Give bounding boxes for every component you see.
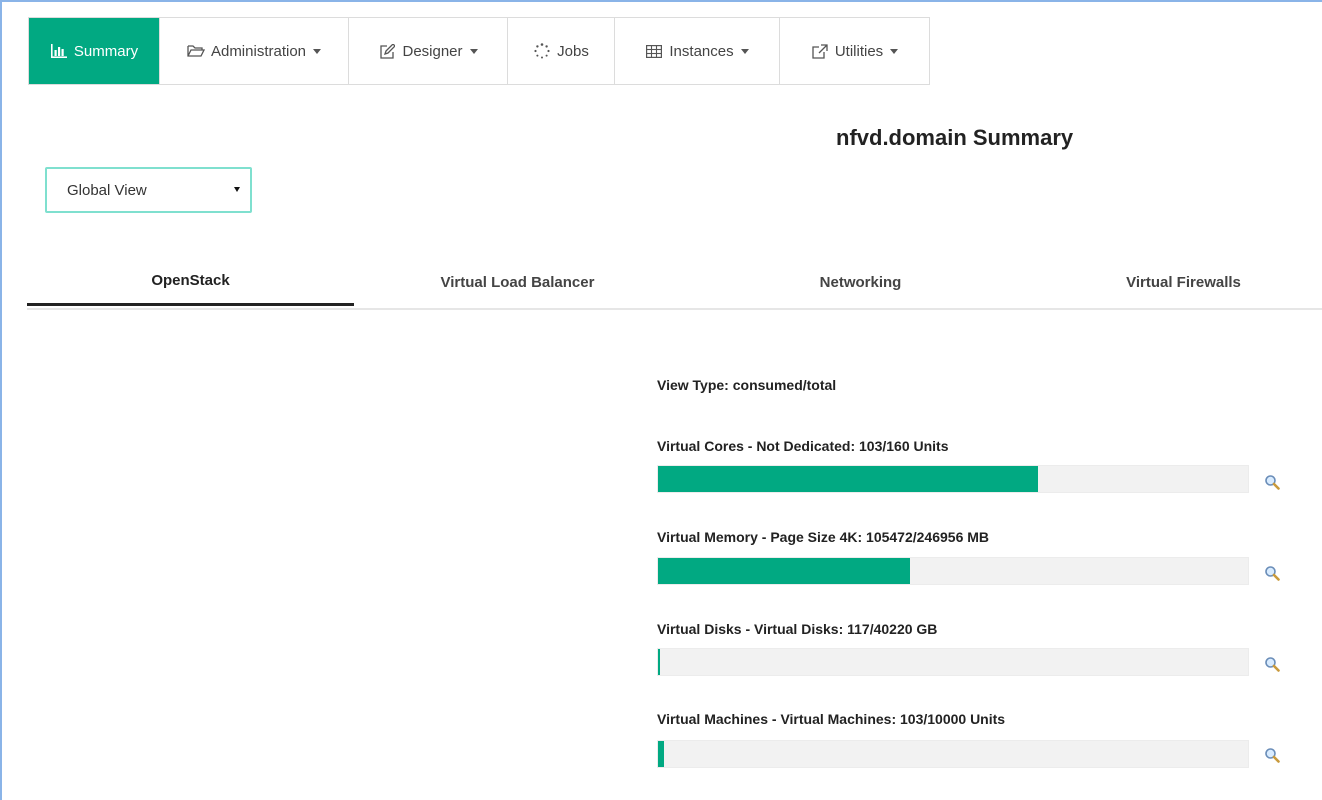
chevron-down-icon [469,48,478,54]
table-icon [645,43,663,59]
zoom-icon[interactable] [1262,472,1282,492]
progress-bar-virtual-memory [657,557,1249,585]
progress-fill-virtual-disks [658,649,660,675]
spinner-icon [533,43,551,59]
tab-virtual-load-balancer-label: Virtual Load Balancer [440,273,595,291]
chevron-down-icon [313,48,322,54]
nav-designer-label: Designer [402,42,463,60]
metric-label-virtual-memory: Virtual Memory - Page Size 4K: 105472/24… [657,529,990,545]
tab-networking-label: Networking [819,273,902,291]
tab-networking[interactable]: Networking [697,258,1024,306]
window-border-left [0,0,2,800]
progress-fill-virtual-machines [658,741,665,767]
nav-instances[interactable]: Instances [615,18,780,84]
summary-tabs: OpenStack Virtual Load Balancer Networki… [27,258,1322,310]
view-select-value: Global View [67,181,147,199]
bar-chart-icon [50,43,68,59]
progress-fill-virtual-memory [658,558,910,584]
window-border-top [0,0,1322,2]
tab-openstack[interactable]: OpenStack [27,258,354,306]
nav-instances-label: Instances [669,42,734,60]
nav-administration[interactable]: Administration [160,18,349,84]
nav-utilities[interactable]: Utilities [780,18,929,84]
zoom-icon[interactable] [1262,563,1282,583]
external-link-icon [811,43,829,59]
nav-administration-label: Administration [210,42,307,60]
progress-bar-virtual-disks [657,648,1249,676]
tab-virtual-firewalls[interactable]: Virtual Firewalls [1020,258,1322,306]
progress-bar-virtual-machines [657,740,1249,768]
view-type-label: View Type: consumed/total [657,377,837,393]
tab-openstack-label: OpenStack [151,272,230,289]
metric-label-virtual-cores: Virtual Cores - Not Dedicated: 103/160 U… [657,438,949,454]
metric-label-virtual-machines: Virtual Machines - Virtual Machines: 103… [657,711,1006,727]
edit-icon [378,43,396,59]
nav-summary-label: Summary [73,42,139,60]
tab-virtual-firewalls-label: Virtual Firewalls [1126,273,1241,291]
nav-summary[interactable]: Summary [29,18,160,84]
caret-down-icon [234,187,240,192]
progress-bar-virtual-cores [657,465,1249,493]
nav-utilities-label: Utilities [834,42,884,60]
nav-jobs[interactable]: Jobs [508,18,615,84]
tab-virtual-load-balancer[interactable]: Virtual Load Balancer [354,258,681,306]
chevron-down-icon [890,48,899,54]
metric-label-virtual-disks: Virtual Disks - Virtual Disks: 117/40220… [657,621,938,637]
folder-open-icon [187,43,205,59]
chevron-down-icon [740,48,749,54]
nav-jobs-label: Jobs [557,42,589,60]
page-title: nfvd.domain Summary [836,125,1074,150]
zoom-icon[interactable] [1262,745,1282,765]
top-navigation: Summary Administration Designer Jobs Ins… [28,17,930,85]
view-select[interactable]: Global View [45,167,252,213]
zoom-icon[interactable] [1262,654,1282,674]
progress-fill-virtual-cores [658,466,1038,492]
nav-designer[interactable]: Designer [349,18,508,84]
